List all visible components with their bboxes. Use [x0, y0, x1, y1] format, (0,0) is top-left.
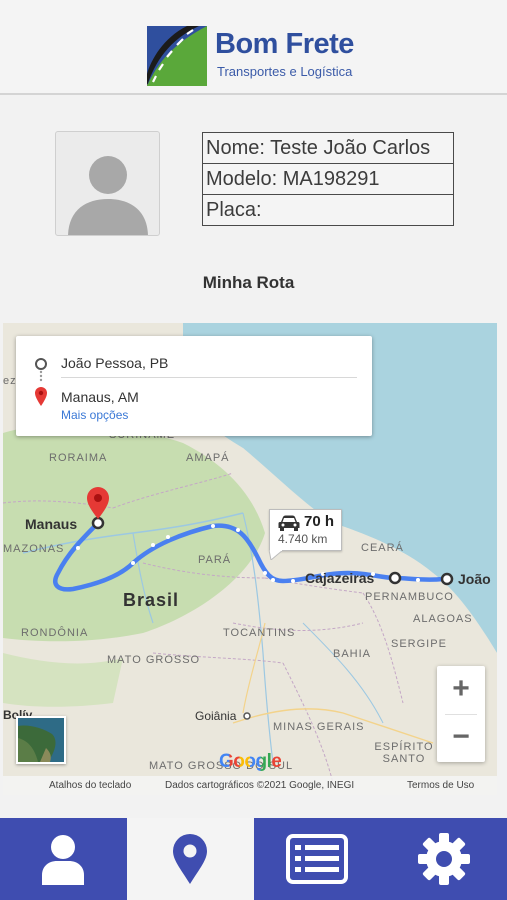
route-duration: 70 h	[304, 513, 335, 530]
terms-link[interactable]: Termos de Uso	[407, 780, 474, 791]
nav-profile-button[interactable]	[0, 818, 127, 900]
bubble-pointer	[269, 550, 283, 560]
map-label-sergipe: SERGIPE	[391, 638, 447, 650]
nav-route-button[interactable]	[126, 818, 254, 900]
map-label-amapa: AMAPÁ	[186, 452, 230, 464]
nav-settings-button[interactable]	[380, 818, 507, 900]
map-city-joao: João	[458, 571, 491, 587]
map-city-cajazeiras: Cajazeiras	[305, 570, 375, 586]
origin-text: João Pessoa, PB	[61, 355, 169, 371]
map-city-brasil: Brasil	[123, 590, 180, 610]
destination-text: Manaus, AM	[61, 389, 139, 405]
map-label-alagoas: ALAGOAS	[413, 613, 473, 625]
map-label-amazonas: MAZONAS	[3, 543, 65, 555]
zoom-in-button[interactable]: +	[437, 666, 485, 714]
location-pin-icon	[173, 834, 208, 884]
map-attribution-bar: Atalhos do teclado Dados cartográficos ©…	[3, 776, 497, 795]
nome-cell: Nome: Teste João Carlos	[202, 132, 454, 164]
user-silhouette-icon	[68, 156, 148, 235]
zoom-controls: + −	[437, 666, 485, 762]
map-label-roraima: RORAIMA	[49, 452, 108, 464]
route-dots-icon	[39, 370, 43, 382]
map-label-pernambuco: PERNAMBUCO	[365, 591, 454, 603]
map-label-ceara: CEARÁ	[361, 542, 404, 554]
more-options-link[interactable]: Mais opções	[61, 408, 128, 422]
map-label-mato-grosso: MATO GROSSO	[107, 654, 201, 666]
google-logo-text: Google	[219, 751, 282, 772]
map-city-goiania: Goiânia	[195, 709, 237, 723]
app-screen: Bom Frete Transportes e Logística Nome: …	[0, 0, 507, 900]
list-icon	[285, 834, 348, 884]
satellite-preview-icon	[18, 718, 64, 762]
bottom-navigation	[0, 818, 507, 900]
nav-list-button[interactable]	[253, 818, 381, 900]
keyboard-shortcuts-link[interactable]: Atalhos do teclado	[49, 780, 131, 791]
profile-avatar[interactable]	[55, 131, 160, 236]
satellite-toggle-button[interactable]	[16, 716, 66, 764]
map-label-rondonia: RONDÔNIA	[21, 627, 89, 639]
brand-title: Bom Frete	[215, 28, 354, 60]
placa-cell: Placa:	[202, 194, 454, 226]
route-duration-bubble[interactable]: 70 h 4.740 km	[269, 509, 342, 551]
map-label-ez: ez	[3, 375, 17, 387]
origin-row[interactable]: João Pessoa, PB	[16, 348, 372, 378]
google-logo: Google	[219, 751, 282, 773]
map-label-para: PARÁ	[198, 554, 232, 566]
zoom-out-button[interactable]: −	[437, 714, 485, 762]
destination-marker-icon	[35, 387, 47, 406]
map-city-manaus: Manaus	[25, 516, 78, 532]
app-header: Bom Frete Transportes e Logística	[0, 0, 507, 95]
gear-icon	[417, 833, 470, 885]
car-icon	[278, 515, 300, 531]
route-map[interactable]: ez SURINAME RORAIMA AMAPÁ MAZONAS PARÁ C…	[3, 323, 497, 795]
map-label-tocantins: TOCANTINS	[223, 627, 296, 639]
map-label-minas-gerais: MINAS GERAIS	[273, 721, 365, 733]
section-title: Minha Rota	[202, 273, 295, 292]
origin-circle-icon	[35, 358, 47, 370]
map-data-attribution: Dados cartográficos ©2021 Google, INEGI	[165, 780, 355, 791]
map-label-espirito-santo: ESPÍRITO SANTO	[374, 741, 434, 765]
modelo-cell: Modelo: MA198291	[202, 163, 454, 195]
route-distance: 4.740 km	[278, 532, 328, 546]
map-label-bahia: BAHIA	[333, 648, 372, 660]
vehicle-info-table: Nome: Teste João Carlos Modelo: MA198291…	[202, 132, 454, 226]
brand-subtitle: Transportes e Logística	[217, 64, 353, 79]
brand-logo: Bom Frete Transportes e Logística	[147, 24, 377, 86]
directions-divider	[61, 377, 357, 378]
road-logo-icon	[147, 26, 207, 86]
directions-card[interactable]: João Pessoa, PB Manaus, AM Mais opções	[16, 336, 372, 436]
user-icon	[42, 835, 85, 885]
